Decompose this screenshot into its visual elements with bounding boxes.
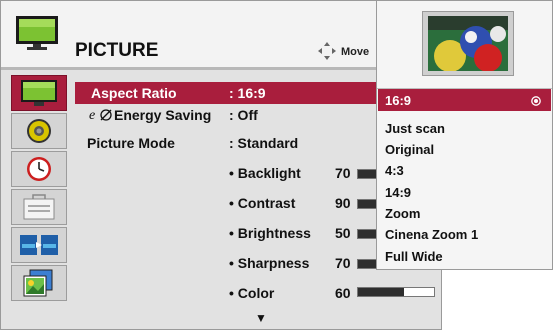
speaker-icon: [27, 119, 51, 143]
preview-frame: [422, 11, 514, 76]
option-16-9[interactable]: 16:9: [385, 93, 411, 108]
option-14-9[interactable]: 14:9: [385, 185, 411, 200]
sharpness-label[interactable]: • Sharpness: [229, 255, 309, 271]
option-just-scan[interactable]: Just scan: [385, 121, 445, 136]
scroll-down-arrow[interactable]: ▼: [255, 311, 267, 325]
header-divider: [1, 67, 441, 70]
option-cinema-zoom-1[interactable]: Cinena Zoom 1: [385, 227, 478, 242]
picture-mode-label[interactable]: Picture Mode: [87, 135, 175, 151]
selected-radio-icon: [531, 96, 541, 106]
contrast-slider[interactable]: [357, 199, 377, 209]
brightness-slider[interactable]: [357, 229, 377, 239]
brightness-label[interactable]: • Brightness: [229, 225, 311, 241]
sharpness-value: 70: [335, 255, 351, 271]
sidebar-item-option[interactable]: [11, 189, 67, 225]
sharpness-slider[interactable]: [357, 259, 377, 269]
toolbox-icon: [23, 194, 55, 220]
energy-saving-label[interactable]: Energy Saving: [114, 107, 211, 123]
contrast-value: 90: [335, 195, 351, 211]
energy-saving-value: : Off: [229, 107, 258, 123]
backlight-slider[interactable]: [357, 169, 377, 179]
clock-icon: [27, 157, 51, 181]
move-arrows-icon: [318, 42, 336, 60]
brightness-value: 50: [335, 225, 351, 241]
sidebar-item-usb[interactable]: [11, 265, 67, 301]
color-label[interactable]: • Color: [229, 285, 274, 301]
picture-mode-value: : Standard: [229, 135, 299, 151]
sidebar-item-time[interactable]: [11, 151, 67, 187]
color-slider[interactable]: [357, 287, 435, 297]
aspect-ratio-value: : 16:9: [229, 85, 266, 101]
aspect-ratio-label: Aspect Ratio: [91, 85, 177, 101]
aspect-ratio-dropdown: 16:9 Just scan Original 4:3 14:9 Zoom Ci…: [376, 0, 553, 270]
move-label: Move: [341, 46, 370, 58]
backlight-value: 70: [335, 165, 351, 181]
svg-text:e: e: [89, 108, 95, 122]
photo-icon: [23, 269, 53, 297]
tv-icon: [16, 16, 58, 50]
tv-icon: [21, 80, 57, 106]
option-full-wide[interactable]: Full Wide: [385, 249, 443, 264]
billiard-balls-preview-image: [428, 16, 508, 71]
color-value: 60: [335, 285, 351, 301]
backlight-label[interactable]: • Backlight: [229, 165, 301, 181]
option-zoom[interactable]: Zoom: [385, 206, 420, 221]
menu-header: PICTURE Move: [1, 1, 441, 67]
contrast-label[interactable]: • Contrast: [229, 195, 295, 211]
input-icon: [20, 235, 58, 255]
page-title: PICTURE: [75, 40, 159, 61]
option-original[interactable]: Original: [385, 142, 434, 157]
sidebar-item-picture[interactable]: [11, 75, 67, 111]
energy-saving-icon: e: [89, 108, 112, 122]
sidebar-item-audio[interactable]: [11, 113, 67, 149]
sidebar-item-input[interactable]: [11, 227, 67, 263]
option-4-3[interactable]: 4:3: [385, 163, 404, 178]
